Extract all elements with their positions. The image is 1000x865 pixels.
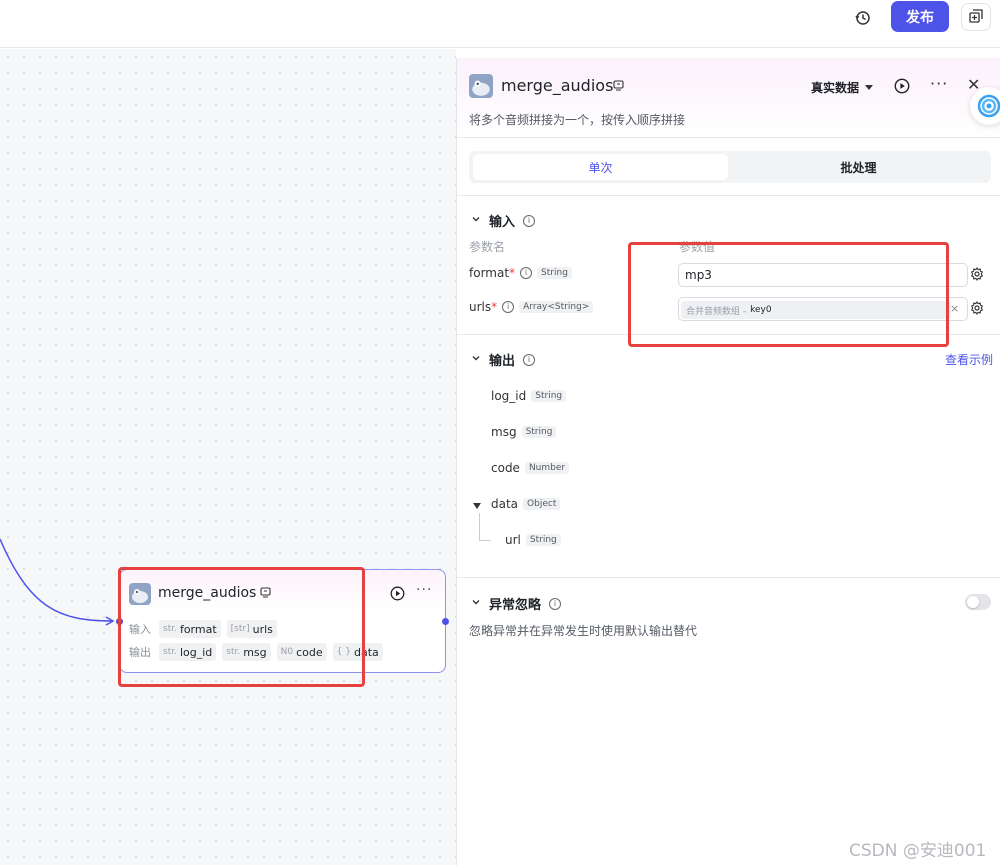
info-icon[interactable]: i [520,267,533,279]
column-header-name: 参数名 [469,240,506,254]
more-icon[interactable]: ··· [416,582,432,598]
section-title: 输入 [489,215,516,230]
output-field-url: url String [505,533,561,547]
info-icon[interactable]: i [523,353,536,366]
ignore-exception-toggle[interactable] [965,594,991,610]
run-icon[interactable] [894,78,910,97]
output-field-log-id: log_id String [491,389,567,403]
info-icon[interactable]: i [523,214,536,227]
divider [457,195,1000,196]
input-section-header[interactable]: 输入 i [471,211,536,230]
info-icon[interactable]: i [549,597,562,610]
type-tag: Array<String> [519,301,594,313]
connection-edge[interactable] [0,49,130,649]
output-field-code: code Number [491,461,570,475]
more-icon[interactable]: ··· [930,74,948,93]
highlight-box-node [118,567,365,687]
chevron-down-icon [471,213,481,228]
node-config-panel: merge_audios 真实数据 ··· ✕ 将多个音频拼接为一个，按传入顺序… [456,58,1000,865]
param-row-urls: urls * i Array<String> [469,300,594,314]
clear-icon[interactable]: × [950,302,959,315]
section-title: 输出 [489,354,516,369]
copy-button[interactable] [961,3,991,31]
highlight-box-inputs [628,242,949,347]
output-field-msg: msg String [491,425,557,439]
section-title: 异常忽略 [489,598,542,613]
plugin-avatar [469,74,493,98]
tab-batch[interactable]: 批处理 [731,154,986,180]
info-icon[interactable]: i [502,301,515,313]
type-tag: String [537,267,572,279]
assistant-icon[interactable] [970,87,1000,125]
param-row-format: format * i String [469,266,572,280]
settings-gear-icon[interactable] [970,267,984,284]
copy-icon [969,8,983,26]
watermark: CSDN @安迪001 [849,841,987,861]
chevron-down-icon [471,596,481,611]
expand-caret-icon[interactable] [473,503,481,509]
data-mode-select[interactable]: 真实数据 [811,79,874,96]
panel-description: 将多个音频拼接为一个，按传入顺序拼接 [469,113,686,127]
publish-button[interactable]: 发布 [891,1,949,32]
panel-header: merge_audios 真实数据 ··· ✕ 将多个音频拼接为一个，按传入顺序… [457,58,1000,138]
panel-title: merge_audios [501,76,614,95]
exception-section-header[interactable]: 异常忽略 i [471,594,562,613]
output-section-header[interactable]: 输出 i [471,350,536,369]
exception-note: 忽略异常并在异常发生时使用默认输出替代 [469,624,698,638]
plugin-icon [613,80,624,94]
tree-connector [479,513,491,541]
run-mode-tabs: 单次 批处理 [469,151,991,183]
history-icon[interactable] [853,8,873,28]
divider [457,577,1000,578]
output-field-data: data Object [491,497,561,511]
settings-gear-icon[interactable] [970,301,984,318]
caret-down-icon [865,85,874,90]
run-icon[interactable] [390,586,405,604]
top-toolbar: 发布 [0,0,1000,48]
output-port[interactable] [442,618,449,625]
view-example-link[interactable]: 查看示例 [945,351,993,368]
chevron-down-icon [471,352,481,367]
tab-single[interactable]: 单次 [473,154,728,180]
